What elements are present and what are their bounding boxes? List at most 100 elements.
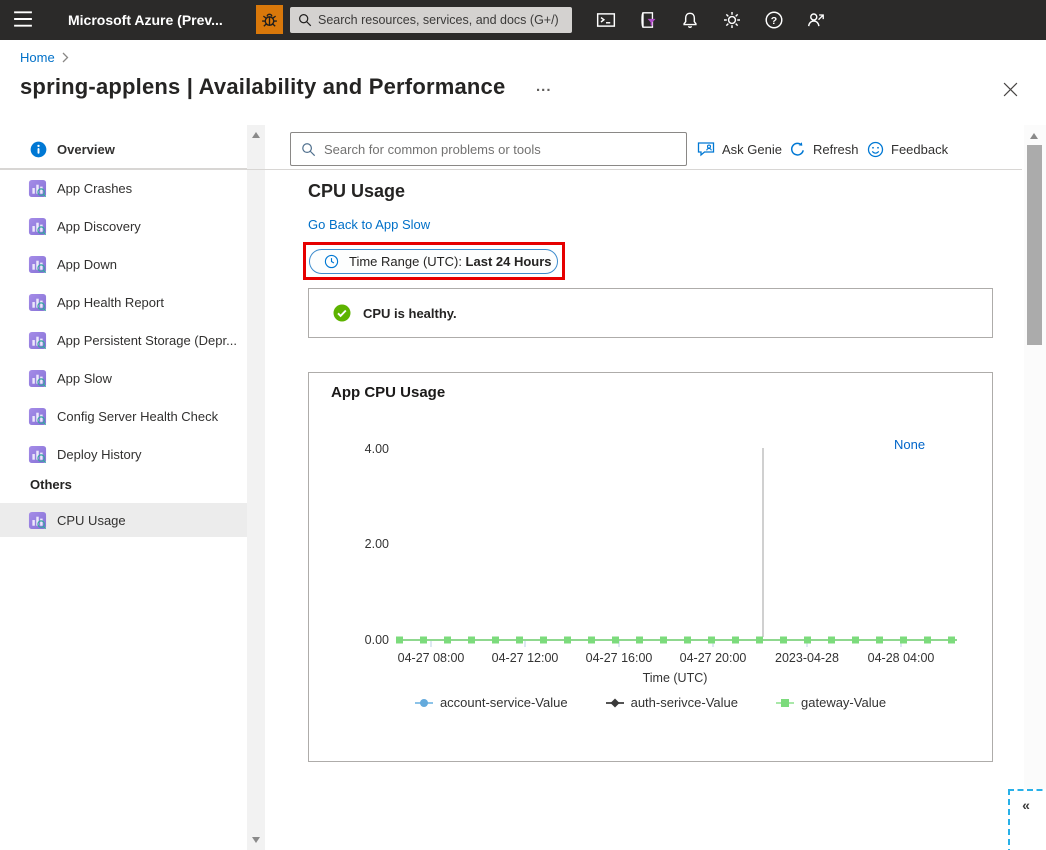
diamond-marker-icon (605, 696, 624, 710)
time-range-button[interactable]: Time Range (UTC): Last 24 Hours (309, 249, 558, 274)
detector-icon (28, 293, 47, 312)
sidebar-item-label: CPU Usage (57, 512, 126, 528)
sidebar-item-label: Config Server Health Check (57, 408, 219, 424)
legend-label: account-service-Value (439, 695, 568, 710)
refresh-button[interactable]: Refresh (789, 138, 859, 160)
legend-item-auth-service[interactable]: auth-serivce-Value (605, 695, 739, 710)
sidebar-scrollbar[interactable] (247, 125, 265, 850)
content-scrollbar[interactable] (1024, 125, 1046, 850)
detector-icon (28, 369, 47, 388)
sidebar-item-overview[interactable]: Overview (0, 133, 247, 165)
refresh-label: Refresh (813, 141, 859, 157)
detector-icon (28, 445, 47, 464)
back-to-app-slow-link[interactable]: Go Back to App Slow (308, 217, 430, 232)
feedback-person-icon[interactable] (806, 10, 826, 30)
azure-portal-window: Microsoft Azure (Prev... Search resource… (0, 0, 1046, 850)
hamburger-icon[interactable] (10, 8, 36, 32)
x-tick-label: 04-27 08:00 (398, 651, 465, 665)
problem-search (290, 132, 687, 166)
y-tick-label: 0.00 (365, 633, 389, 647)
chart-legend: account-service-Value auth-serivce-Value… (309, 695, 992, 710)
page-title: spring-applens | Availability and Perfor… (20, 74, 506, 99)
scroll-up-icon[interactable] (252, 132, 260, 138)
smiley-icon (867, 141, 884, 157)
sidebar-item-app-slow[interactable]: App Slow (0, 359, 247, 397)
svg-text:?: ? (771, 15, 777, 27)
cloud-shell-icon[interactable] (596, 10, 616, 30)
detector-icon (28, 179, 47, 198)
sidebar-item-deploy-history[interactable]: Deploy History (0, 435, 247, 473)
chevron-right-icon (62, 52, 69, 63)
directory-filter-icon[interactable] (638, 10, 658, 30)
bug-icon[interactable] (256, 5, 283, 34)
clock-icon (324, 254, 339, 269)
feedback-button[interactable]: Feedback (867, 138, 948, 160)
x-axis-title: Time (UTC) (643, 671, 708, 685)
global-search-input[interactable] (318, 13, 564, 27)
time-range-prefix: Time Range (UTC): (349, 254, 466, 269)
detector-icon (28, 255, 47, 274)
sidebar-item-label: App Down (57, 256, 117, 272)
y-tick-label: 2.00 (365, 537, 389, 551)
square-marker-icon (776, 696, 795, 710)
close-icon[interactable] (999, 80, 1021, 102)
legend-item-account-service[interactable]: account-service-Value (414, 695, 568, 710)
circle-marker-icon (414, 696, 433, 710)
sidebar-item-app-crashes[interactable]: App Crashes (0, 169, 247, 207)
title-row: spring-applens | Availability and Perfor… (0, 74, 1046, 110)
portal-title: Microsoft Azure (Prev... (68, 12, 223, 28)
detector-icon (28, 511, 47, 530)
x-tick-label: 04-27 12:00 (492, 651, 559, 665)
detector-icon (28, 407, 47, 426)
sidebar-item-app-persistent-storage[interactable]: App Persistent Storage (Depr... (0, 321, 247, 359)
healthy-check-icon (333, 304, 351, 322)
help-icon[interactable]: ? (764, 10, 784, 30)
sidebar-item-label: App Persistent Storage (Depr... (57, 332, 237, 348)
sidebar-item-app-down[interactable]: App Down (0, 245, 247, 283)
scroll-down-icon[interactable] (252, 837, 260, 843)
global-search (290, 7, 572, 33)
status-message: CPU is healthy. (363, 305, 457, 321)
chart-card: App CPU Usage None 4.00 2.00 0.00 04-27 … (308, 372, 993, 762)
scroll-up-icon[interactable] (1030, 133, 1038, 139)
breadcrumb-home-link[interactable]: Home (20, 50, 55, 65)
info-icon (30, 141, 47, 157)
genie-chat-icon (697, 142, 715, 157)
collapse-panel-button[interactable]: « (1016, 795, 1036, 815)
x-tick-label: 04-27 20:00 (680, 651, 747, 665)
ask-genie-label: Ask Genie (722, 141, 782, 157)
sidebar-item-label: App Crashes (57, 180, 133, 196)
toolbar-divider (0, 169, 1022, 170)
cpu-usage-chart[interactable]: 4.00 2.00 0.00 04-27 08:00 04-27 12:00 0… (309, 373, 992, 693)
breadcrumb: Home (20, 50, 69, 65)
status-banner: CPU is healthy. (308, 288, 993, 338)
time-range-value: Last 24 Hours (465, 254, 552, 269)
search-icon (302, 142, 316, 156)
ask-genie-button[interactable]: Ask Genie (697, 138, 782, 160)
sidebar-item-label: Overview (57, 141, 115, 157)
sidebar-item-label: App Health Report (57, 294, 164, 310)
top-bar: Microsoft Azure (Prev... Search resource… (0, 0, 1046, 40)
sidebar-item-app-health-report[interactable]: App Health Report (0, 283, 247, 321)
sidebar-item-config-server-health-check[interactable]: Config Server Health Check (0, 397, 247, 435)
more-options-icon[interactable]: ... (536, 78, 552, 95)
detector-heading: CPU Usage (308, 181, 406, 201)
x-tick-label: 04-28 04:00 (868, 651, 935, 665)
detector-icon (28, 331, 47, 350)
scrollbar-thumb[interactable] (1027, 145, 1042, 345)
legend-item-gateway[interactable]: gateway-Value (776, 695, 886, 710)
x-tick-label: 2023-04-28 (775, 651, 839, 665)
notifications-bell-icon[interactable] (680, 10, 700, 30)
sidebar-item-app-discovery[interactable]: App Discovery (0, 207, 247, 245)
y-tick-label: 4.00 (365, 442, 389, 456)
sidebar-item-cpu-usage[interactable]: CPU Usage (0, 503, 247, 537)
sidebar-item-label: App Slow (57, 370, 112, 386)
problem-search-input[interactable] (324, 141, 676, 157)
refresh-icon (790, 141, 804, 156)
search-icon (299, 14, 312, 27)
legend-label: auth-serivce-Value (630, 695, 739, 710)
sidebar-item-label: Deploy History (57, 446, 142, 462)
focus-outline-panel: « (1008, 789, 1046, 850)
sidebar-section-others: Others (30, 477, 72, 492)
settings-gear-icon[interactable] (722, 10, 742, 30)
